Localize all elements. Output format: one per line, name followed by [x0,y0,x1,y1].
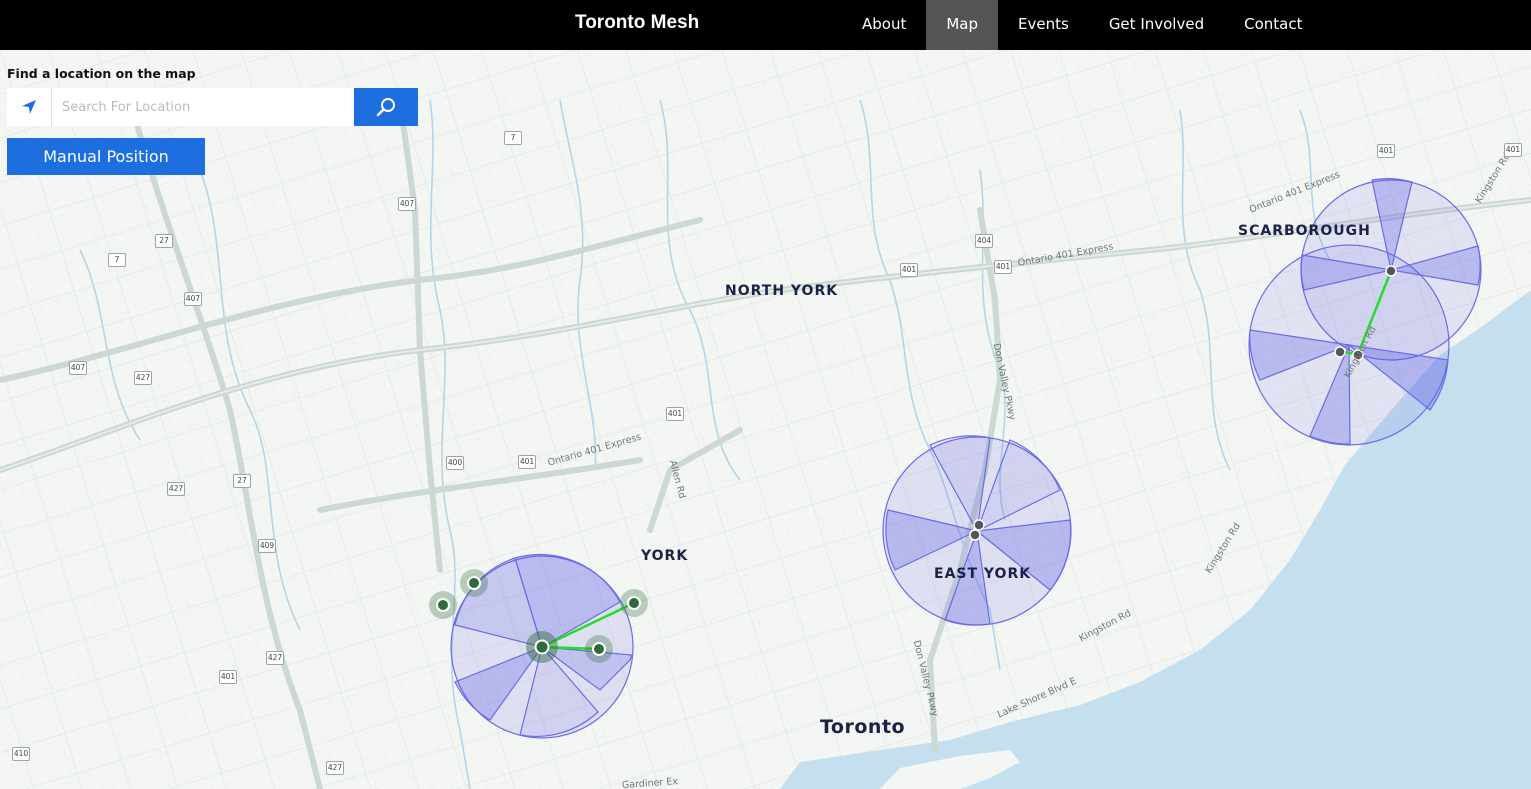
site-brand[interactable]: Toronto Mesh [575,0,699,50]
manual-position-button[interactable]: Manual Position [7,138,205,175]
top-nav-bar: Toronto Mesh About Map Events Get Involv… [0,0,1531,50]
shield-401: 401 [1504,143,1522,157]
shield-407: 407 [184,292,202,306]
shield-401: 401 [1377,144,1395,158]
label-toronto: Toronto [820,716,906,738]
shield-427: 427 [167,482,185,496]
shield-27: 27 [155,234,173,248]
shield-427: 427 [266,651,284,665]
search-icon [376,98,395,117]
shield-407: 407 [398,197,416,211]
shield-27: 27 [233,474,251,488]
find-location-heading: Find a location on the map [7,66,196,81]
shield-427: 427 [326,761,344,775]
label-york: YORK [641,548,689,564]
shield-401: 401 [518,455,536,469]
shield-401: 401 [900,263,918,277]
navigation-arrow-icon [22,100,36,114]
shield-409: 409 [258,539,276,553]
nav-link-events[interactable]: Events [998,0,1089,50]
shield-401: 401 [666,407,684,421]
map-canvas[interactable]: NORTH YORK YORK EAST YORK SCARBOROUGH To… [0,50,1531,789]
shield-400: 400 [446,456,464,470]
nav-menu: About Map Events Get Involved Contact [842,0,1322,50]
nav-link-about[interactable]: About [842,0,926,50]
shield-404: 404 [975,234,993,248]
shield-410: 410 [12,747,30,761]
shield-401: 401 [994,260,1012,274]
nav-link-contact[interactable]: Contact [1224,0,1322,50]
shield-427: 427 [134,371,152,385]
location-search-input[interactable] [52,88,354,126]
label-scarborough: SCARBOROUGH [1238,223,1371,239]
nav-link-get-involved[interactable]: Get Involved [1089,0,1224,50]
locate-me-button[interactable] [7,88,52,126]
shield-7: 7 [108,253,126,267]
label-north-york: NORTH YORK [725,283,839,299]
location-search-bar [7,88,418,126]
label-east-york: EAST YORK [934,566,1032,582]
shield-407: 407 [69,361,87,375]
nav-link-map[interactable]: Map [926,0,999,50]
shield-401: 401 [219,670,237,684]
search-button[interactable] [354,88,418,126]
shield-7: 7 [504,131,522,145]
